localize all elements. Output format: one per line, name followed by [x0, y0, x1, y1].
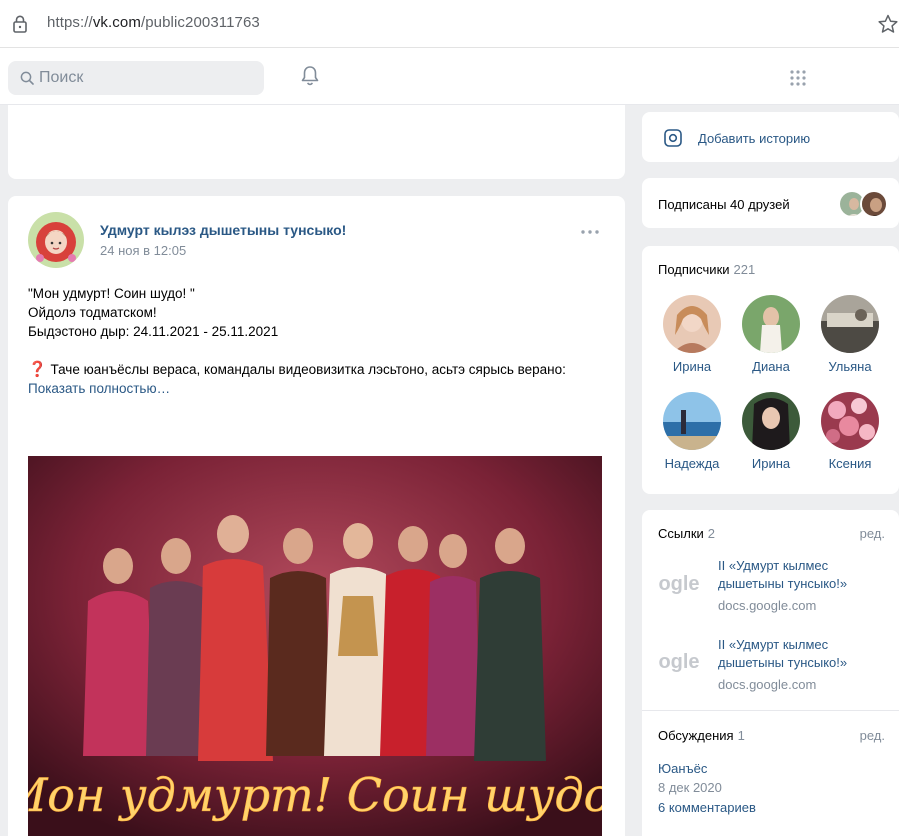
- post-line: Быдэстоно дыр: 24.11.2021 - 25.11.2021: [28, 324, 279, 339]
- subscribers-count: 221: [733, 262, 756, 277]
- lock-icon[interactable]: [12, 15, 28, 33]
- group-avatar[interactable]: [28, 212, 84, 268]
- post-line: Ойдолэ тодматском!: [28, 305, 157, 320]
- link-host: docs.google.com: [718, 598, 817, 613]
- avatar: [742, 295, 800, 353]
- question-mark-icon: ❓: [28, 361, 47, 378]
- subscriber-name: Ульяна: [828, 359, 872, 374]
- link-title[interactable]: II «Удмурт кылмес дышетыны тунсыко!»: [718, 636, 888, 672]
- avatar: [663, 295, 721, 353]
- post-question: ❓ Таче юанъёслы вераса, командалы видеов…: [28, 360, 588, 379]
- friends-subscribed-label: Подписаны 40 друзей: [658, 197, 790, 212]
- svg-text:ogle: ogle: [658, 651, 699, 673]
- subscriber-item[interactable]: Надежда: [654, 392, 730, 471]
- post-date[interactable]: 24 ноя в 12:05: [100, 243, 186, 258]
- svg-text:ogle: ogle: [658, 573, 699, 595]
- url-path: /public200311763: [140, 14, 260, 31]
- link-host: docs.google.com: [718, 677, 817, 692]
- friends-subscribed-card[interactable]: Подписаны 40 друзей: [642, 178, 899, 228]
- site-header: Поиск: [0, 48, 899, 105]
- subscriber-item[interactable]: Ксения: [812, 392, 888, 471]
- subscriber-name: Надежда: [664, 456, 720, 471]
- browser-address-bar: https://vk.com/public200311763: [0, 0, 899, 48]
- divider: [642, 710, 899, 711]
- links-title[interactable]: Ссылки 2: [658, 526, 715, 541]
- links-card: Ссылки 2 ред. ogle II «Удмурт кылмес дыше…: [642, 510, 899, 836]
- subscriber-name: Ирина: [751, 456, 791, 471]
- post-text: "Мон удмурт! Соин шудо! " Ойдолэ тодматс…: [28, 284, 588, 398]
- bookmark-star-icon[interactable]: [877, 14, 899, 34]
- notifications-bell-icon[interactable]: [300, 65, 320, 87]
- add-story-card[interactable]: Добавить историю: [642, 112, 899, 162]
- discussions-title[interactable]: Обсуждения 1: [658, 728, 745, 743]
- subscribers-title[interactable]: Подписчики 221: [658, 262, 755, 277]
- post-line: "Мон удмурт! Соин шудо! ": [28, 286, 195, 301]
- subscribers-card: Подписчики 221 Ирина Диана Ульяна Надежда…: [642, 246, 899, 494]
- post-photo[interactable]: Мон удмурт! Соин шудо!: [28, 456, 602, 836]
- link-title[interactable]: II «Удмурт кылмес дышетыны тунсыко!»: [718, 557, 888, 593]
- discussion-date: 8 дек 2020: [658, 780, 722, 795]
- links-edit-link[interactable]: ред.: [860, 526, 885, 541]
- discussions-count: 1: [737, 728, 745, 743]
- subscriber-item[interactable]: Диана: [733, 295, 809, 374]
- more-options-icon[interactable]: [580, 229, 600, 235]
- post-question-text: Таче юанъёслы вераса, командалы видеовиз…: [50, 362, 566, 377]
- subscriber-item[interactable]: Ирина: [733, 392, 809, 471]
- photo-caption: Мон удмурт! Соин шудо!: [28, 768, 602, 822]
- subscriber-name: Диана: [752, 359, 790, 374]
- show-more-link[interactable]: Показать полностью…: [28, 381, 170, 396]
- discussion-comments-link[interactable]: 6 комментариев: [658, 800, 756, 815]
- top-card: [8, 105, 625, 179]
- avatar: [821, 392, 879, 450]
- avatar: [742, 392, 800, 450]
- story-camera-icon: [664, 129, 682, 147]
- search-placeholder: Поиск: [39, 69, 84, 86]
- search-icon: [20, 71, 34, 85]
- discussion-topic-link[interactable]: Юанъёс: [658, 761, 707, 776]
- subscriber-item[interactable]: Ульяна: [812, 295, 888, 374]
- subscriber-name: Ирина: [672, 359, 712, 374]
- avatar: [821, 295, 879, 353]
- post-author-link[interactable]: Удмурт кылэз дышетыны тунсыко!: [100, 222, 346, 238]
- friend-avatar: [860, 190, 888, 218]
- add-story-label: Добавить историю: [698, 131, 811, 146]
- apps-grid-icon[interactable]: [788, 68, 808, 88]
- search-input[interactable]: Поиск: [8, 61, 264, 95]
- google-docs-thumbnail-icon: ogle: [658, 651, 699, 673]
- subscriber-item[interactable]: Ирина: [654, 295, 730, 374]
- url-host: vk.com: [92, 14, 141, 31]
- discussions-edit-link[interactable]: ред.: [860, 728, 885, 743]
- google-docs-thumbnail-icon: ogle: [658, 573, 699, 595]
- wall-post: Удмурт кылэз дышетыны тунсыко! 24 ноя в …: [8, 196, 625, 836]
- subscriber-name: Ксения: [828, 456, 872, 471]
- url-field[interactable]: https://vk.com/public200311763: [47, 14, 260, 31]
- avatar: [663, 392, 721, 450]
- links-count: 2: [707, 526, 716, 541]
- url-prefix: https://: [47, 14, 93, 31]
